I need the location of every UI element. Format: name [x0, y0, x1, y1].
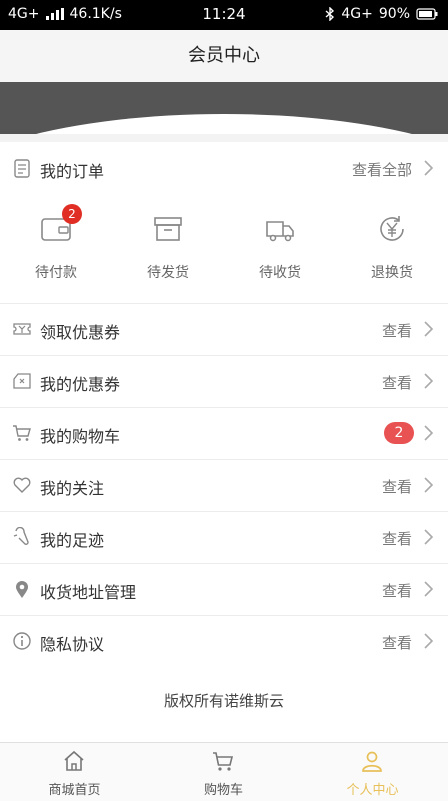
menu-address-management[interactable]: 收货地址管理 查看 — [0, 563, 448, 615]
menu-label: 收货地址管理 — [40, 583, 137, 602]
section-divider — [0, 134, 448, 142]
order-pending-receipt[interactable]: 待收货 — [224, 200, 336, 300]
menu-my-cart[interactable]: 我的购物车 2 — [0, 407, 448, 459]
battery-label: 90% — [378, 6, 410, 22]
menu-claim-coupons[interactable]: 领取优惠券 查看 — [0, 303, 448, 355]
heart-icon — [13, 477, 31, 493]
menu-label: 我的购物车 — [40, 427, 121, 446]
status-bar: 4G+ 46.1K/s 11:24 4G+ 90% — [0, 0, 448, 30]
cart-icon — [213, 752, 234, 771]
orders-header[interactable]: 我的订单 查看全部 — [0, 144, 448, 192]
menu-my-coupons[interactable]: 我的优惠券 查看 — [0, 355, 448, 407]
menu-view-link: 查看 — [381, 374, 412, 392]
home-icon — [64, 750, 84, 771]
order-item-label: 退换货 — [371, 265, 413, 281]
chevron-right-icon — [424, 529, 434, 545]
chevron-right-icon — [424, 373, 434, 389]
chevron-right-icon — [424, 160, 434, 176]
copyright-text: 版权所有诺维斯云 — [163, 692, 284, 710]
menu-view-link: 查看 — [381, 322, 412, 340]
order-status-grid: 2 待付款 待发货 待收货 退换货 — [0, 200, 448, 300]
menu-my-follows[interactable]: 我的关注 查看 — [0, 459, 448, 511]
menu-view-link: 查看 — [381, 582, 412, 600]
ticket-icon — [13, 323, 31, 335]
menu-label: 我的优惠券 — [40, 375, 121, 394]
menu-label: 我的足迹 — [40, 531, 105, 550]
clipboard-icon — [14, 159, 30, 178]
footprint-icon — [13, 527, 29, 545]
chevron-right-icon — [424, 633, 434, 649]
chevron-right-icon — [424, 581, 434, 597]
order-item-label: 待发货 — [147, 265, 189, 281]
battery-icon — [416, 8, 438, 20]
banner-curve — [0, 114, 448, 134]
menu-view-link: 查看 — [381, 530, 412, 548]
tab-cart[interactable]: 购物车 — [149, 743, 298, 801]
coupon-icon — [13, 373, 31, 389]
menu-label: 隐私协议 — [40, 635, 105, 654]
location-icon — [16, 581, 28, 598]
order-item-label: 待付款 — [35, 265, 77, 281]
bottom-tab-bar: 商城首页 购物车 个人中心 — [0, 742, 448, 801]
menu-label: 领取优惠券 — [40, 323, 121, 342]
cart-count-badge: 2 — [384, 422, 414, 444]
menu-label: 我的关注 — [40, 479, 105, 498]
member-menu: 领取优惠券 查看 我的优惠券 查看 我的购物车 2 我的关注 查看 我的足迹 查… — [0, 303, 448, 667]
network-right-label: 4G+ — [341, 6, 373, 22]
tab-label: 购物车 — [203, 783, 243, 798]
orders-title: 我的订单 — [40, 162, 105, 181]
chevron-right-icon — [424, 321, 434, 337]
profile-banner — [0, 82, 448, 134]
menu-view-link: 查看 — [381, 478, 412, 496]
tab-home[interactable]: 商城首页 — [0, 743, 149, 801]
box-icon — [154, 217, 182, 241]
chevron-right-icon — [424, 477, 434, 493]
tab-label: 个人中心 — [346, 783, 399, 798]
menu-view-link: 查看 — [381, 634, 412, 652]
menu-my-footprints[interactable]: 我的足迹 查看 — [0, 511, 448, 563]
order-returns[interactable]: 退换货 — [336, 200, 448, 300]
truck-icon — [266, 221, 294, 242]
order-pending-payment[interactable]: 2 待付款 — [0, 200, 112, 300]
chevron-right-icon — [424, 425, 434, 441]
info-icon — [13, 632, 31, 650]
tab-personal-center[interactable]: 个人中心 — [298, 743, 447, 801]
tab-label: 商城首页 — [48, 783, 101, 798]
menu-privacy-agreement[interactable]: 隐私协议 查看 — [0, 615, 448, 667]
pending-payment-badge: 2 — [62, 204, 82, 224]
cart-icon — [13, 425, 31, 441]
page-title: 会员中心 — [0, 30, 448, 82]
refund-yen-icon — [380, 216, 404, 241]
status-right: 4G+ 90% — [325, 6, 438, 22]
user-icon — [362, 751, 382, 772]
bluetooth-icon — [325, 7, 335, 21]
order-pending-shipment[interactable]: 待发货 — [112, 200, 224, 300]
view-all-link[interactable]: 查看全部 — [352, 159, 412, 180]
order-item-label: 待收货 — [259, 265, 301, 281]
